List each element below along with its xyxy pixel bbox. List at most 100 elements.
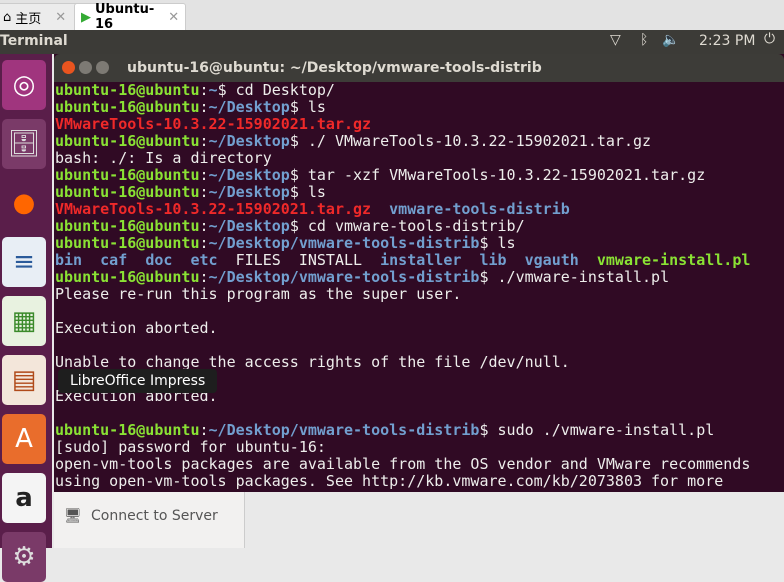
libreoffice-impress-icon[interactable]: ▤ <box>2 355 46 405</box>
terminal-text: using open-vm-tools packages. See http:/… <box>55 472 724 490</box>
wifi-icon[interactable]: ▽ <box>610 32 621 48</box>
terminal-line: ubuntu-16@ubuntu:~$ cd Desktop/ <box>55 82 750 99</box>
launcher-tooltip: LibreOffice Impress <box>58 369 218 393</box>
terminal-text: ~ <box>208 81 218 99</box>
vm-icon: ▶ <box>81 9 91 25</box>
terminal-line: [sudo] password for ubuntu-16: <box>55 439 750 456</box>
terminal-text: : <box>199 217 209 235</box>
libreoffice-writer-icon[interactable]: ≡ <box>2 237 46 287</box>
terminal-text: installer <box>380 251 462 269</box>
tab-label: Ubuntu-16 <box>95 2 155 32</box>
volume-icon[interactable]: 🔈 <box>662 32 679 48</box>
title-bar[interactable]: ubuntu-16@ubuntu: ~/Desktop/vmware-tools… <box>54 54 784 82</box>
top-panel: Terminal ▽ ᛒ 🔈 2:23 PM ⏻ <box>0 30 784 54</box>
terminal-line: ubuntu-16@ubuntu:~/Desktop/vmware-tools-… <box>55 422 750 439</box>
terminal-text: $ ./ VMwareTools-10.3.22-15902021.tar.gz <box>289 132 652 150</box>
terminal-text: $ sudo ./vmware-install.pl <box>479 421 715 439</box>
terminal-text: $ ./vmware-install.pl <box>479 268 670 286</box>
terminal-text: : <box>199 81 209 99</box>
close-button[interactable] <box>62 61 75 74</box>
amazon-icon[interactable]: a <box>2 473 46 523</box>
terminal-output[interactable]: ubuntu-16@ubuntu:~$ cd Desktop/ubuntu-16… <box>55 82 750 490</box>
terminal-line: ubuntu-16@ubuntu:~/Desktop$ ls <box>55 99 750 116</box>
terminal-text: $ ls <box>289 98 326 116</box>
firefox-icon[interactable]: ● <box>2 178 46 228</box>
terminal-text: ~/Desktop <box>208 132 290 150</box>
terminal-text: caf <box>100 251 128 269</box>
terminal-line <box>55 337 750 354</box>
terminal-text: ubuntu-16@ubuntu <box>55 268 200 286</box>
terminal-line <box>55 303 750 320</box>
terminal-text: $ ls <box>479 234 516 252</box>
terminal-line: ubuntu-16@ubuntu:~/Desktop$ cd vmware-to… <box>55 218 750 235</box>
terminal-text: $ tar -xzf VMwareTools-10.3.22-15902021.… <box>289 166 706 184</box>
close-icon[interactable]: ✕ <box>55 10 66 25</box>
terminal-text: ~/Desktop <box>208 217 290 235</box>
terminal-text: FILES <box>235 251 281 269</box>
terminal-text: vgauth <box>524 251 579 269</box>
terminal-text: Execution aborted. <box>55 319 218 337</box>
terminal-text: : <box>199 166 209 184</box>
clock[interactable]: 2:23 PM <box>699 33 755 49</box>
terminal-text: VMwareTools-10.3.22-15902021.tar.gz <box>55 115 372 133</box>
terminal-line: ubuntu-16@ubuntu:~/Desktop/vmware-tools-… <box>55 269 750 286</box>
terminal-text: ~/Desktop/vmware-tools-distrib <box>208 234 480 252</box>
files-icon[interactable]: 🗄 <box>2 119 46 169</box>
maximize-button[interactable] <box>96 61 109 74</box>
terminal-line: VMwareTools-10.3.22-15902021.tar.gz vmwa… <box>55 201 750 218</box>
launcher: ◎ 🗄 ● ≡ ▦ ▤ A a ⚙ <box>0 54 52 582</box>
window-title: ubuntu-16@ubuntu: ~/Desktop/vmware-tools… <box>127 60 542 76</box>
terminal-line: Please re-run this program as the super … <box>55 286 750 303</box>
terminal-line: ubuntu-16@ubuntu:~/Desktop$ ./ VMwareToo… <box>55 133 750 150</box>
terminal-text: ubuntu-16@ubuntu <box>55 98 200 116</box>
terminal-text: doc <box>145 251 173 269</box>
terminal-line: bash: ./: Is a directory <box>55 150 750 167</box>
terminal-text: ~/Desktop/vmware-tools-distrib <box>208 421 480 439</box>
tab-label: 主页 <box>15 11 42 27</box>
terminal-text: : <box>199 268 209 286</box>
files-sidebar: 🖥 Connect to Server <box>54 492 245 548</box>
power-icon[interactable]: ⏻ <box>764 31 775 47</box>
terminal-text: ~/Desktop/vmware-tools-distrib <box>208 268 480 286</box>
connect-to-server[interactable]: Connect to Server <box>91 508 218 524</box>
terminal-text: $ cd vmware-tools-distrib/ <box>289 217 525 235</box>
terminal-line: Execution aborted. <box>55 320 750 337</box>
terminal-line: open-vm-tools packages are available fro… <box>55 456 750 473</box>
terminal-text: vmware-tools-distrib <box>389 200 570 218</box>
terminal-text: ubuntu-16@ubuntu <box>55 217 200 235</box>
terminal-text: : <box>199 132 209 150</box>
minimize-button[interactable] <box>79 61 92 74</box>
terminal-text: INSTALL <box>298 251 363 269</box>
terminal-text: ubuntu-16@ubuntu <box>55 421 200 439</box>
tab-ubuntu-16[interactable]: ▶ Ubuntu-16 ✕ <box>74 2 186 32</box>
settings-icon[interactable]: ⚙ <box>2 532 46 582</box>
ubuntu-dash-icon[interactable]: ◎ <box>2 60 46 110</box>
terminal-text: lib <box>479 251 507 269</box>
terminal-line: ubuntu-16@ubuntu:~/Desktop$ tar -xzf VMw… <box>55 167 750 184</box>
app-name: Terminal <box>0 33 68 49</box>
terminal-line <box>55 405 750 422</box>
terminal-text: ~/Desktop <box>208 166 290 184</box>
close-icon[interactable]: ✕ <box>168 10 179 25</box>
terminal-text: ~/Desktop <box>208 98 290 116</box>
terminal-text: bash: ./: Is a directory <box>55 149 272 167</box>
terminal-text: [sudo] password for ubuntu-16: <box>55 438 326 456</box>
terminal-text: : <box>199 98 209 116</box>
bluetooth-icon[interactable]: ᛒ <box>640 32 648 48</box>
terminal-text: ubuntu-16@ubuntu <box>55 183 200 201</box>
terminal-window: ubuntu-16@ubuntu: ~/Desktop/vmware-tools… <box>54 54 784 492</box>
terminal-text: : <box>199 234 209 252</box>
server-icon: 🖥 <box>64 508 82 524</box>
software-center-icon[interactable]: A <box>2 414 46 464</box>
terminal-text: $ cd Desktop/ <box>217 81 335 99</box>
home-icon: ⌂ <box>3 9 12 25</box>
terminal-text: ubuntu-16@ubuntu <box>55 132 200 150</box>
terminal-line: using open-vm-tools packages. See http:/… <box>55 473 750 490</box>
terminal-line: ubuntu-16@ubuntu:~/Desktop/vmware-tools-… <box>55 235 750 252</box>
libreoffice-calc-icon[interactable]: ▦ <box>2 296 46 346</box>
terminal-text: Please re-run this program as the super … <box>55 285 462 303</box>
terminal-text: ubuntu-16@ubuntu <box>55 234 200 252</box>
terminal-line: VMwareTools-10.3.22-15902021.tar.gz <box>55 116 750 133</box>
